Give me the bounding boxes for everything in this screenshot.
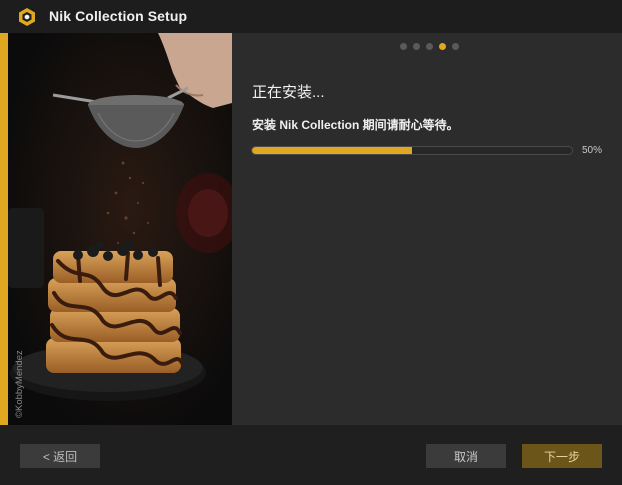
- title-bar: Nik Collection Setup: [0, 0, 622, 33]
- step-dot-3: [426, 43, 433, 50]
- install-heading: 正在安装...: [252, 84, 325, 101]
- progress-percent: 50%: [582, 145, 603, 156]
- step-dot-5: [452, 43, 459, 50]
- waffles-photo-icon: [8, 33, 232, 425]
- install-progress-bar: [251, 146, 573, 155]
- step-dot-4: [439, 43, 446, 50]
- back-button[interactable]: < 返回: [20, 444, 100, 468]
- photo-credit: ©KobbyMendez: [14, 350, 25, 418]
- step-dot-1: [400, 43, 407, 50]
- step-dot-2: [413, 43, 420, 50]
- next-button[interactable]: 下一步: [522, 444, 602, 468]
- cancel-button[interactable]: 取消: [426, 444, 506, 468]
- accent-bar: [0, 33, 8, 425]
- hero-image: [8, 33, 232, 425]
- window-title: Nik Collection Setup: [49, 8, 188, 24]
- nik-logo-icon: [19, 8, 35, 26]
- install-message: 安装 Nik Collection 期间请耐心等待。: [252, 118, 459, 132]
- progress-fill: [252, 147, 412, 154]
